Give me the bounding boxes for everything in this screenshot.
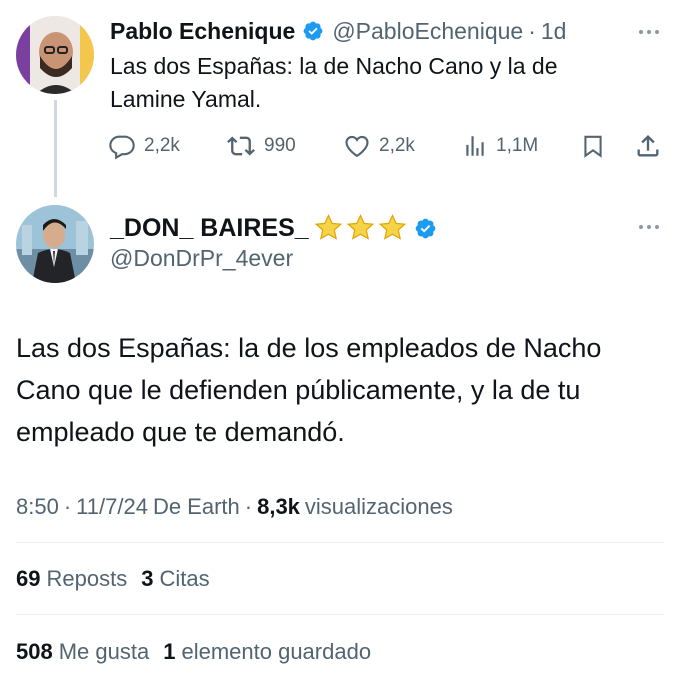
reply-button[interactable]: 2,2k xyxy=(108,132,180,160)
tweet-meta-row: 8:50 · 11/7/24 De Earth · 8,3k visualiza… xyxy=(16,494,453,520)
avatar-don-baires[interactable] xyxy=(16,205,94,283)
likes-link[interactable]: 508 Me gusta xyxy=(16,639,149,665)
reposts-quotes-row: 69 Reposts 3 Citas xyxy=(16,566,210,592)
bookmarks-link[interactable]: 1 elemento guardado xyxy=(163,639,371,665)
views-button[interactable]: 1,1M xyxy=(462,132,538,160)
verified-badge-icon xyxy=(414,217,437,240)
quotes-link[interactable]: 3 Citas xyxy=(141,566,209,592)
tweet-time[interactable]: 1d xyxy=(541,18,567,45)
reply-tweet-text: Las dos Españas: la de Nacho Cano y la d… xyxy=(110,50,558,116)
heart-icon xyxy=(343,132,371,160)
avatar-pablo-echenique[interactable] xyxy=(16,16,94,94)
thread-connector-line xyxy=(54,100,57,197)
share-icon[interactable] xyxy=(634,131,662,161)
likes-count: 508 xyxy=(16,639,53,664)
likes-bookmarks-row: 508 Me gusta 1 elemento guardado xyxy=(16,639,371,665)
views-label: visualizaciones xyxy=(304,494,453,519)
repost-button[interactable]: 990 xyxy=(226,132,296,160)
tweet-source: De Earth xyxy=(152,494,240,519)
tweet-date[interactable]: 11/7/24 xyxy=(76,494,148,520)
reply-tweet-text-line-2: Lamine Yamal. xyxy=(110,86,262,112)
views-count: 8,3k xyxy=(257,494,300,519)
views-chart-icon xyxy=(462,132,488,160)
separator-dot: · xyxy=(244,494,253,519)
more-options-icon[interactable] xyxy=(639,30,659,34)
like-button[interactable]: 2,2k xyxy=(343,132,415,160)
like-count: 2,2k xyxy=(379,135,415,156)
author-handle[interactable]: @DonDrPr_4ever xyxy=(110,245,293,272)
reposts-count: 69 xyxy=(16,566,41,591)
author-handle[interactable]: @PabloEchenique xyxy=(332,18,523,45)
star-icon xyxy=(346,214,374,240)
verified-badge-icon xyxy=(302,20,324,42)
bookmarks-count: 1 xyxy=(163,639,176,664)
bookmarks-label: elemento guardado xyxy=(181,639,372,664)
reply-tweet-text-line-1: Las dos Españas: la de Nacho Cano y la d… xyxy=(110,53,558,79)
main-tweet-text-line-1: Las dos Españas: la de los empleados de … xyxy=(16,333,602,363)
more-options-icon[interactable] xyxy=(639,225,659,229)
star-emoji-decoration xyxy=(313,213,408,243)
likes-label: Me gusta xyxy=(58,639,150,664)
main-tweet-text-line-3: empleado que te demandó. xyxy=(16,417,345,447)
divider xyxy=(16,542,664,543)
reply-icon xyxy=(108,132,136,160)
repost-count: 990 xyxy=(264,135,296,156)
reply-count: 2,2k xyxy=(144,135,180,156)
star-icon xyxy=(314,214,342,240)
quotes-count: 3 xyxy=(141,566,154,591)
reposts-link[interactable]: 69 Reposts xyxy=(16,566,127,592)
separator-dot: · xyxy=(528,17,536,44)
quotes-label: Citas xyxy=(159,566,210,591)
separator-dot: · xyxy=(63,494,72,519)
bookmark-icon[interactable] xyxy=(580,132,606,160)
author-name[interactable]: _DON_ BAIRES_ xyxy=(110,214,309,243)
reposts-label: Reposts xyxy=(46,566,128,591)
main-tweet-name-row: _DON_ BAIRES_ xyxy=(110,212,437,244)
divider xyxy=(16,614,664,615)
star-icon xyxy=(378,214,406,240)
author-name[interactable]: Pablo Echenique xyxy=(110,18,295,45)
tweet-time[interactable]: 8:50 xyxy=(16,494,59,520)
main-tweet-text-line-2: Cano que le defienden públicamente, y la… xyxy=(16,375,581,405)
views-count: 1,1M xyxy=(496,135,539,156)
repost-icon xyxy=(226,132,256,160)
main-tweet-text: Las dos Españas: la de los empleados de … xyxy=(16,327,601,453)
reply-tweet-header: Pablo Echenique @PabloEchenique · 1d xyxy=(110,16,566,46)
